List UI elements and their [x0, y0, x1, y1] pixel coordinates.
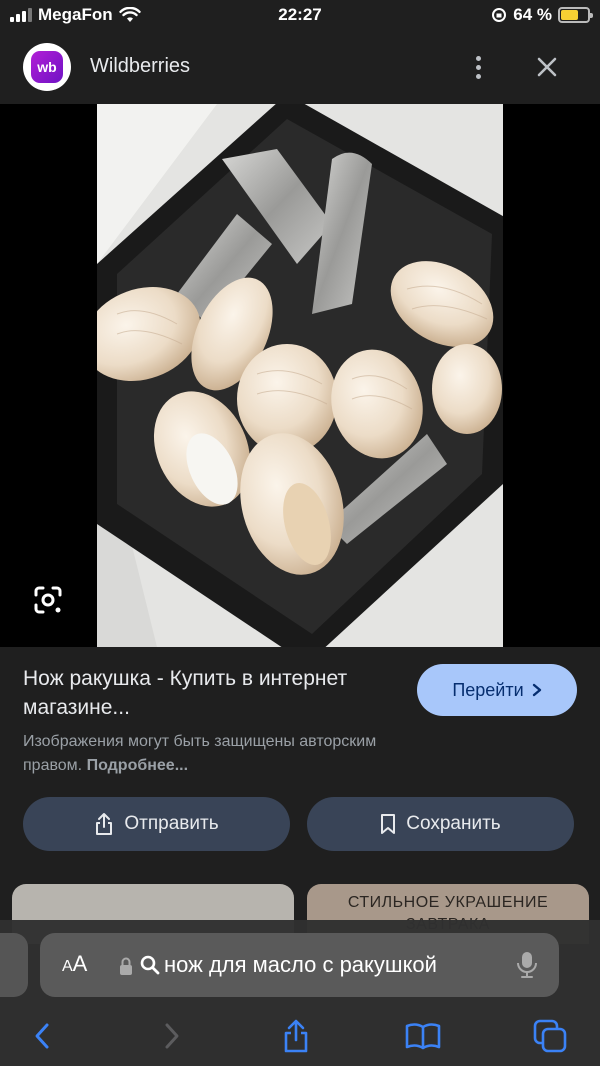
logo-mark: wb	[31, 51, 63, 83]
close-icon[interactable]	[530, 50, 564, 84]
back-button[interactable]	[22, 1016, 62, 1056]
site-name[interactable]: Wildberries	[90, 55, 190, 78]
copyright-notice: Изображения могут быть защищены авторски…	[23, 730, 433, 778]
search-query: нож для масло с ракушкой	[164, 952, 437, 977]
google-lens-icon[interactable]	[30, 582, 66, 618]
tabs-button[interactable]	[530, 1016, 570, 1056]
lock-icon	[120, 957, 132, 975]
rotation-lock-icon	[492, 8, 507, 22]
visit-button-label: Перейти	[452, 679, 524, 700]
share-icon	[284, 1019, 308, 1053]
share-icon	[96, 813, 113, 835]
bookmark-icon	[381, 814, 396, 834]
copyright-text: Изображения могут быть защищены авторски…	[23, 733, 377, 774]
forward-button[interactable]	[152, 1016, 192, 1056]
browser-toolbar: AA нож для масло с ракушкой	[0, 920, 600, 1066]
site-logo[interactable]: wb	[23, 43, 71, 91]
image-viewer	[0, 104, 600, 647]
save-button[interactable]: Сохранить	[307, 797, 574, 851]
search-icon	[140, 955, 160, 975]
more-options-button[interactable]	[466, 50, 490, 84]
tabs-icon	[533, 1019, 567, 1053]
chevron-right-icon	[532, 683, 541, 697]
microphone-icon[interactable]	[516, 950, 538, 980]
battery-icon	[558, 7, 593, 23]
share-page-button[interactable]	[276, 1016, 316, 1056]
status-right: 64 %	[491, 5, 593, 25]
chevron-right-icon	[165, 1023, 179, 1049]
product-image[interactable]	[97, 104, 503, 647]
share-button[interactable]: Отправить	[23, 797, 290, 851]
chevron-left-icon	[35, 1023, 49, 1049]
battery-percent: 64 %	[513, 5, 552, 24]
aa-large-letter: A	[72, 951, 88, 976]
aa-small-letter: A	[62, 958, 73, 975]
result-header: wb Wildberries	[0, 30, 600, 104]
bookmarks-button[interactable]	[403, 1016, 443, 1056]
reader-settings-button[interactable]: AA	[62, 951, 87, 977]
learn-more-link[interactable]: Подробнее...	[87, 757, 188, 774]
previous-tab-preview[interactable]	[0, 933, 28, 997]
visit-button[interactable]: Перейти	[417, 664, 577, 716]
book-icon	[405, 1023, 441, 1050]
status-bar: MegaFon 22:27 64 %	[0, 0, 600, 30]
result-title[interactable]: Нож ракушка - Купить в интернет магазине…	[23, 664, 393, 722]
address-bar[interactable]: AA нож для масло с ракушкой	[40, 933, 559, 997]
save-button-label: Сохранить	[406, 813, 501, 834]
shell-knives-photo	[97, 104, 503, 647]
share-button-label: Отправить	[124, 813, 219, 834]
